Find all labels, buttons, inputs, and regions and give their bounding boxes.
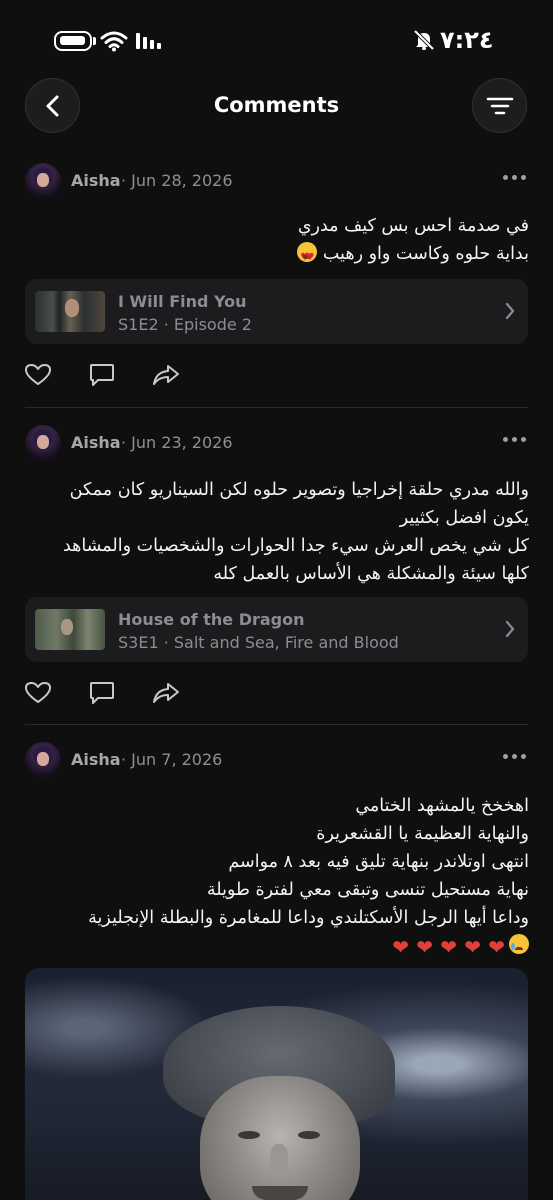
share-icon[interactable]: [152, 363, 180, 387]
more-options-icon[interactable]: [503, 175, 526, 180]
comment-item: Aisha · Jun 28, 2026 في صدمة احس بس كيف …: [0, 163, 553, 403]
comment-date: · Jun 23, 2026: [121, 433, 233, 452]
comment-line: نهاية مستحيل تنسى وتبقى معي لفترة طويلة: [206, 880, 529, 900]
episode-card[interactable]: House of the Dragon S3E1 · Salt and Sea,…: [25, 597, 528, 662]
more-options-icon[interactable]: [503, 437, 526, 442]
avatar[interactable]: [25, 742, 61, 778]
emoji-line: ❤ ❤ ❤ ❤ ❤: [19, 932, 529, 960]
comment-line: والنهاية العظيمة يا القشعريرة: [316, 824, 529, 844]
comment-line: كلها سيئة والمشكلة هي الأساس بالعمل كله: [213, 564, 529, 584]
episode-subtitle: S1E2 · Episode 2: [118, 315, 252, 334]
red-heart-emoji-icon: ❤: [464, 935, 481, 959]
page-title: Comments: [213, 93, 340, 117]
comment-line: في صدمة احس بس كيف مدري: [297, 216, 529, 236]
comment-item: Aisha · Jun 23, 2026 والله مدري حلقة إخر…: [0, 425, 553, 720]
status-bar: ٧:٢٤: [0, 0, 553, 80]
divider: [25, 724, 528, 725]
photo-eye: [298, 1131, 320, 1139]
avatar[interactable]: [25, 425, 61, 461]
comment-line: انتهى اوتلاندر بنهاية تليق فيه بعد ٨ موا…: [228, 852, 529, 872]
episode-subtitle: S3E1 · Salt and Sea, Fire and Blood: [118, 633, 399, 652]
comment-actions: [25, 681, 185, 709]
author-name[interactable]: Aisha: [71, 171, 121, 190]
wifi-icon: [100, 31, 128, 52]
episode-thumbnail: [35, 609, 105, 650]
comment-header: Aisha · Jun 28, 2026: [25, 163, 530, 199]
comment-header: Aisha · Jun 7, 2026: [25, 742, 530, 778]
comment-line: يكون افضل بكثيير: [399, 508, 529, 528]
episode-show-title: House of the Dragon: [118, 610, 305, 629]
reply-bubble-icon[interactable]: [89, 363, 115, 387]
heart-eyes-emoji-icon: [297, 242, 318, 272]
photo-nose: [270, 1144, 288, 1174]
comment-line: كل شي يخص العرش سيء جدا الحوارات والشخصي…: [62, 536, 529, 556]
share-icon[interactable]: [152, 681, 180, 705]
red-heart-emoji-icon: ❤: [440, 935, 457, 959]
filter-lines-icon: [486, 97, 513, 114]
author-name[interactable]: Aisha: [71, 750, 121, 769]
comment-date: · Jun 28, 2026: [121, 171, 233, 190]
comment-item: Aisha · Jun 7, 2026 اهخخخ يالمشهد الختام…: [0, 742, 553, 962]
comment-date: · Jun 7, 2026: [121, 750, 223, 769]
comment-line: اهخخخ يالمشهد الختامي: [355, 796, 529, 816]
status-time: ٧:٢٤: [440, 26, 494, 54]
crying-face-emoji-icon: [509, 934, 529, 954]
comment-text: في صدمة احس بس كيف مدري بداية حلوه وكاست…: [19, 212, 529, 272]
comment-attached-image[interactable]: [25, 968, 528, 1200]
comment-header: Aisha · Jun 23, 2026: [25, 425, 530, 461]
photo-mouth: [252, 1186, 308, 1200]
chevron-right-icon: [505, 302, 515, 320]
author-name[interactable]: Aisha: [71, 433, 121, 452]
battery-tip: [93, 37, 96, 45]
filter-button[interactable]: [472, 78, 527, 133]
red-heart-emoji-icon: ❤: [488, 935, 505, 959]
heart-icon[interactable]: [25, 681, 51, 705]
comment-text: اهخخخ يالمشهد الختامي والنهاية العظيمة ي…: [19, 792, 529, 960]
chevron-right-icon: [505, 620, 515, 638]
comment-text: والله مدري حلقة إخراجيا وتصوير حلوه لكن …: [19, 476, 529, 588]
red-heart-emoji-icon: ❤: [392, 935, 409, 959]
reply-bubble-icon[interactable]: [89, 681, 115, 705]
avatar[interactable]: [25, 163, 61, 199]
comment-actions: [25, 363, 185, 391]
comment-line: والله مدري حلقة إخراجيا وتصوير حلوه لكن …: [69, 480, 529, 500]
more-options-icon[interactable]: [503, 754, 526, 759]
red-heart-emoji-icon: ❤: [416, 935, 433, 959]
bell-slash-icon: [413, 29, 435, 51]
battery-icon: [54, 31, 92, 51]
heart-icon[interactable]: [25, 363, 51, 387]
divider: [25, 407, 528, 408]
photo-face: [200, 1076, 360, 1200]
episode-thumbnail: [35, 291, 105, 332]
episode-card[interactable]: I Will Find You S1E2 · Episode 2: [25, 279, 528, 344]
comment-line: وداعا أيها الرجل الأسكتلندي وداعا للمغام…: [88, 908, 529, 928]
cellular-signal-icon: [136, 33, 161, 49]
photo-eye: [238, 1131, 260, 1139]
comment-line: بداية حلوه وكاست واو رهيب: [19, 240, 529, 272]
episode-show-title: I Will Find You: [118, 292, 247, 311]
